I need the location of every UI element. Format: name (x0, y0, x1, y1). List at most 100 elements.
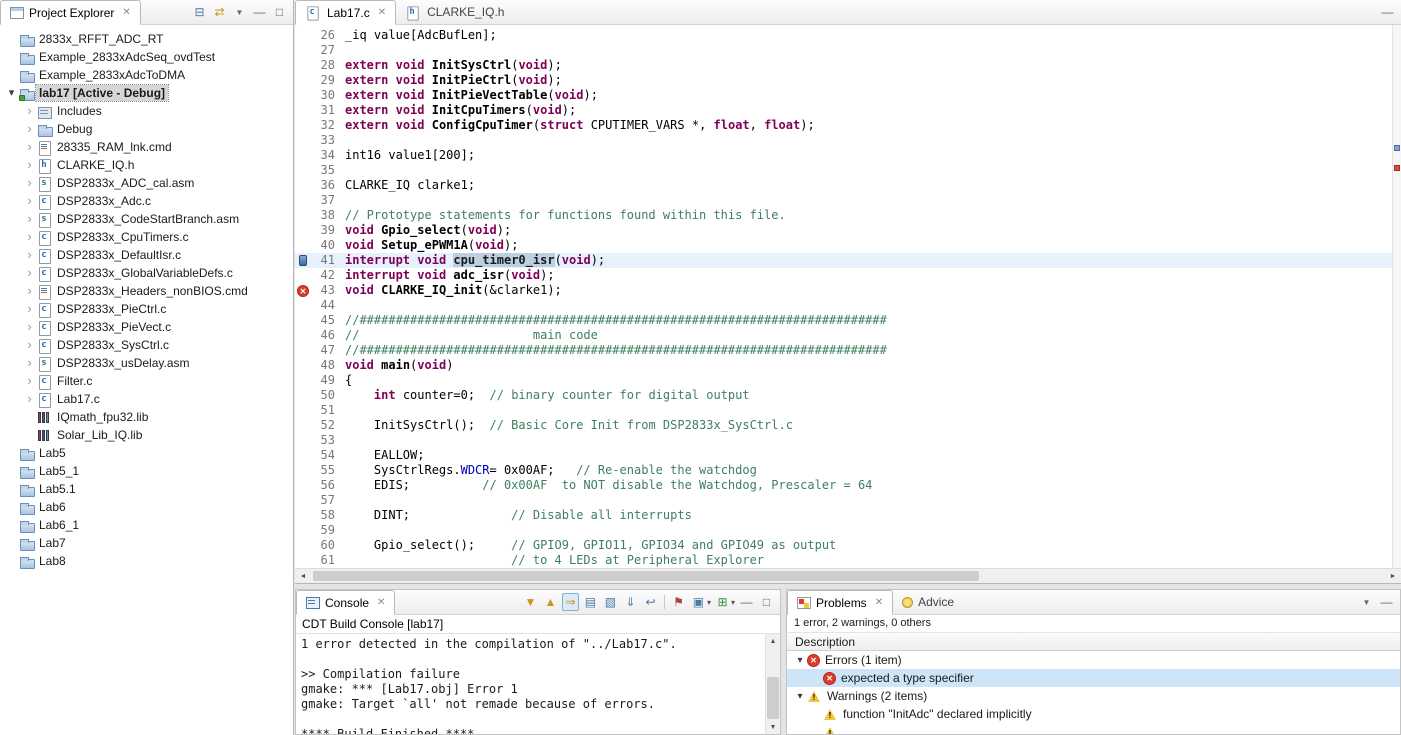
tree-item[interactable]: › c DSP2833x_GlobalVariableDefs.c (0, 264, 293, 282)
tree-item[interactable]: › c Lab17.c (0, 390, 293, 408)
expand-chevron-icon[interactable]: › (22, 175, 37, 191)
horizontal-scrollbar[interactable]: ◄ ► (295, 568, 1401, 583)
tree-item[interactable]: › Debug (0, 120, 293, 138)
code-line-39[interactable]: 39 void Gpio_select(void); (295, 223, 1401, 238)
code-line-52[interactable]: 52 InitSysCtrl(); // Basic Core Init fro… (295, 418, 1401, 433)
code-line-55[interactable]: 55 SysCtrlRegs.WDCR= 0x00AF; // Re-enabl… (295, 463, 1401, 478)
tab-project-explorer[interactable]: Project Explorer ✕ (0, 0, 141, 25)
expand-chevron-icon[interactable]: › (22, 373, 37, 389)
tab-lab17-c[interactable]: c Lab17.c ✕ (295, 0, 397, 25)
show-error-in-editor-icon[interactable]: ⇒ (561, 593, 579, 611)
tree-item[interactable]: › Includes (0, 102, 293, 120)
scroll-lock-icon[interactable]: ⇓ (622, 593, 639, 611)
tree-item[interactable]: Lab5.1 (0, 480, 293, 498)
tab-console[interactable]: Console ✕ (296, 590, 396, 615)
expand-chevron-icon[interactable]: › (22, 337, 37, 353)
expand-chevron-icon[interactable]: › (22, 319, 37, 335)
close-icon[interactable]: ✕ (378, 7, 386, 18)
tree-item[interactable]: › s DSP2833x_CodeStartBranch.asm (0, 210, 293, 228)
code-line-26[interactable]: 26 _iq value[AdcBufLen]; (295, 28, 1401, 43)
scroll-left-button[interactable]: ◄ (295, 569, 311, 583)
code-line-40[interactable]: 40 void Setup_ePWM1A(void); (295, 238, 1401, 253)
expand-chevron-icon[interactable]: › (22, 121, 37, 137)
code-line-28[interactable]: 28 extern void InitSysCtrl(void); (295, 58, 1401, 73)
warnings-group[interactable]: ▾! Warnings (2 items) (787, 687, 1400, 705)
code-line-30[interactable]: 30 extern void InitPieVectTable(void); (295, 88, 1401, 103)
expand-chevron-icon[interactable]: › (22, 301, 37, 317)
bookmark-marker-icon[interactable] (295, 253, 311, 268)
tree-item[interactable]: › c DSP2833x_SysCtrl.c (0, 336, 293, 354)
tree-item[interactable]: ▾ lab17 [Active - Debug] (0, 84, 293, 102)
code-line-50[interactable]: 50 int counter=0; // binary counter for … (295, 388, 1401, 403)
tree-item[interactable]: › h CLARKE_IQ.h (0, 156, 293, 174)
chevron-down-icon[interactable]: ▾ (707, 598, 711, 607)
error-marker-icon[interactable]: ✕ (295, 283, 311, 298)
expand-chevron-icon[interactable]: › (22, 229, 37, 245)
collapse-chevron-icon[interactable]: ▾ (793, 691, 807, 702)
expand-chevron-icon[interactable]: › (22, 391, 37, 407)
tree-item[interactable]: Lab8 (0, 552, 293, 570)
code-line-47[interactable]: 47 //####################################… (295, 343, 1401, 358)
display-console-button[interactable]: ▣ ▾ (690, 593, 711, 611)
console-output[interactable]: 1 error detected in the compilation of "… (296, 634, 765, 734)
code-editor[interactable]: 26 _iq value[AdcBufLen]; 27 28 extern void I… (295, 25, 1401, 568)
code-line-61[interactable]: 61 // to 4 LEDs at Peripheral Explorer (295, 553, 1401, 568)
code-line-36[interactable]: 36 CLARKE_IQ clarke1; (295, 178, 1401, 193)
scroll-up-button[interactable]: ▲ (766, 634, 780, 648)
view-menu-icon[interactable]: ▼ (231, 3, 248, 21)
close-icon[interactable]: ✕ (122, 7, 130, 18)
code-line-56[interactable]: 56 EDIS; // 0x00AF to NOT disable the Wa… (295, 478, 1401, 493)
tree-item[interactable]: › c DSP2833x_DefaultIsr.c (0, 246, 293, 264)
code-line-38[interactable]: 38 // Prototype statements for functions … (295, 208, 1401, 223)
tree-item[interactable]: › c DSP2833x_PieVect.c (0, 318, 293, 336)
tab-problems[interactable]: Problems ✕ (787, 590, 894, 615)
pin-console-icon[interactable]: ⚑ (670, 593, 687, 611)
word-wrap-icon[interactable]: ↩ (642, 593, 659, 611)
maximize-icon[interactable]: □ (271, 3, 288, 21)
maximize-icon[interactable]: □ (758, 593, 775, 611)
scroll-right-button[interactable]: ► (1385, 569, 1401, 583)
collapse-all-icon[interactable]: ⊟ (191, 3, 208, 21)
next-error-icon[interactable]: ▼ (522, 593, 539, 611)
tree-item[interactable]: › s DSP2833x_usDelay.asm (0, 354, 293, 372)
expand-chevron-icon[interactable]: › (22, 265, 37, 281)
tree-item[interactable]: 2833x_RFFT_ADC_RT (0, 30, 293, 48)
code-line-60[interactable]: 60 Gpio_select(); // GPIO9, GPIO11, GPIO… (295, 538, 1401, 553)
code-line-51[interactable]: 51 (295, 403, 1401, 418)
errors-group[interactable]: ▾ ✕ Errors (1 item) (787, 651, 1400, 669)
occurrence-marker[interactable] (1394, 145, 1400, 151)
code-line-37[interactable]: 37 (295, 193, 1401, 208)
tree-item[interactable]: Lab6_1 (0, 516, 293, 534)
code-line-27[interactable]: 27 (295, 43, 1401, 58)
code-line-58[interactable]: 58 DINT; // Disable all interrupts (295, 508, 1401, 523)
tree-item[interactable]: Lab6 (0, 498, 293, 516)
tree-item[interactable]: Lab7 (0, 534, 293, 552)
link-with-editor-icon[interactable]: ⇄ (211, 3, 228, 21)
code-line-54[interactable]: 54 EALLOW; (295, 448, 1401, 463)
tree-item[interactable]: Solar_Lib_IQ.lib (0, 426, 293, 444)
code-line-35[interactable]: 35 (295, 163, 1401, 178)
minimize-icon[interactable]: — (1378, 593, 1395, 611)
code-line-49[interactable]: 49 { (295, 373, 1401, 388)
expand-chevron-icon[interactable]: › (22, 211, 37, 227)
code-line-31[interactable]: 31 extern void InitCpuTimers(void); (295, 103, 1401, 118)
tab-clarke-iq-h[interactable]: h CLARKE_IQ.h (396, 0, 513, 24)
chevron-down-icon[interactable]: ▾ (731, 598, 735, 607)
close-icon[interactable]: ✕ (377, 597, 385, 608)
error-marker[interactable] (1394, 165, 1400, 171)
scrollbar-track[interactable] (766, 648, 780, 720)
overview-ruler[interactable] (1392, 25, 1401, 568)
tree-item[interactable]: › c DSP2833x_CpuTimers.c (0, 228, 293, 246)
code-line-41[interactable]: 41 interrupt void cpu_timer0_isr(void); (295, 253, 1401, 268)
description-column-header[interactable]: Description (787, 632, 1400, 651)
code-line-43[interactable]: ✕ 43 void CLARKE_IQ_init(&clarke1); (295, 283, 1401, 298)
tree-item[interactable]: › c DSP2833x_PieCtrl.c (0, 300, 293, 318)
tree-item[interactable]: › c DSP2833x_Adc.c (0, 192, 293, 210)
clear-console-icon[interactable]: ▧ (602, 593, 619, 611)
tree-item[interactable]: Lab5_1 (0, 462, 293, 480)
tree-item[interactable]: Example_2833xAdcToDMA (0, 66, 293, 84)
expand-chevron-icon[interactable]: › (22, 283, 37, 299)
code-line-34[interactable]: 34 int16 value1[200]; (295, 148, 1401, 163)
code-line-59[interactable]: 59 (295, 523, 1401, 538)
tree-item[interactable]: › c Filter.c (0, 372, 293, 390)
